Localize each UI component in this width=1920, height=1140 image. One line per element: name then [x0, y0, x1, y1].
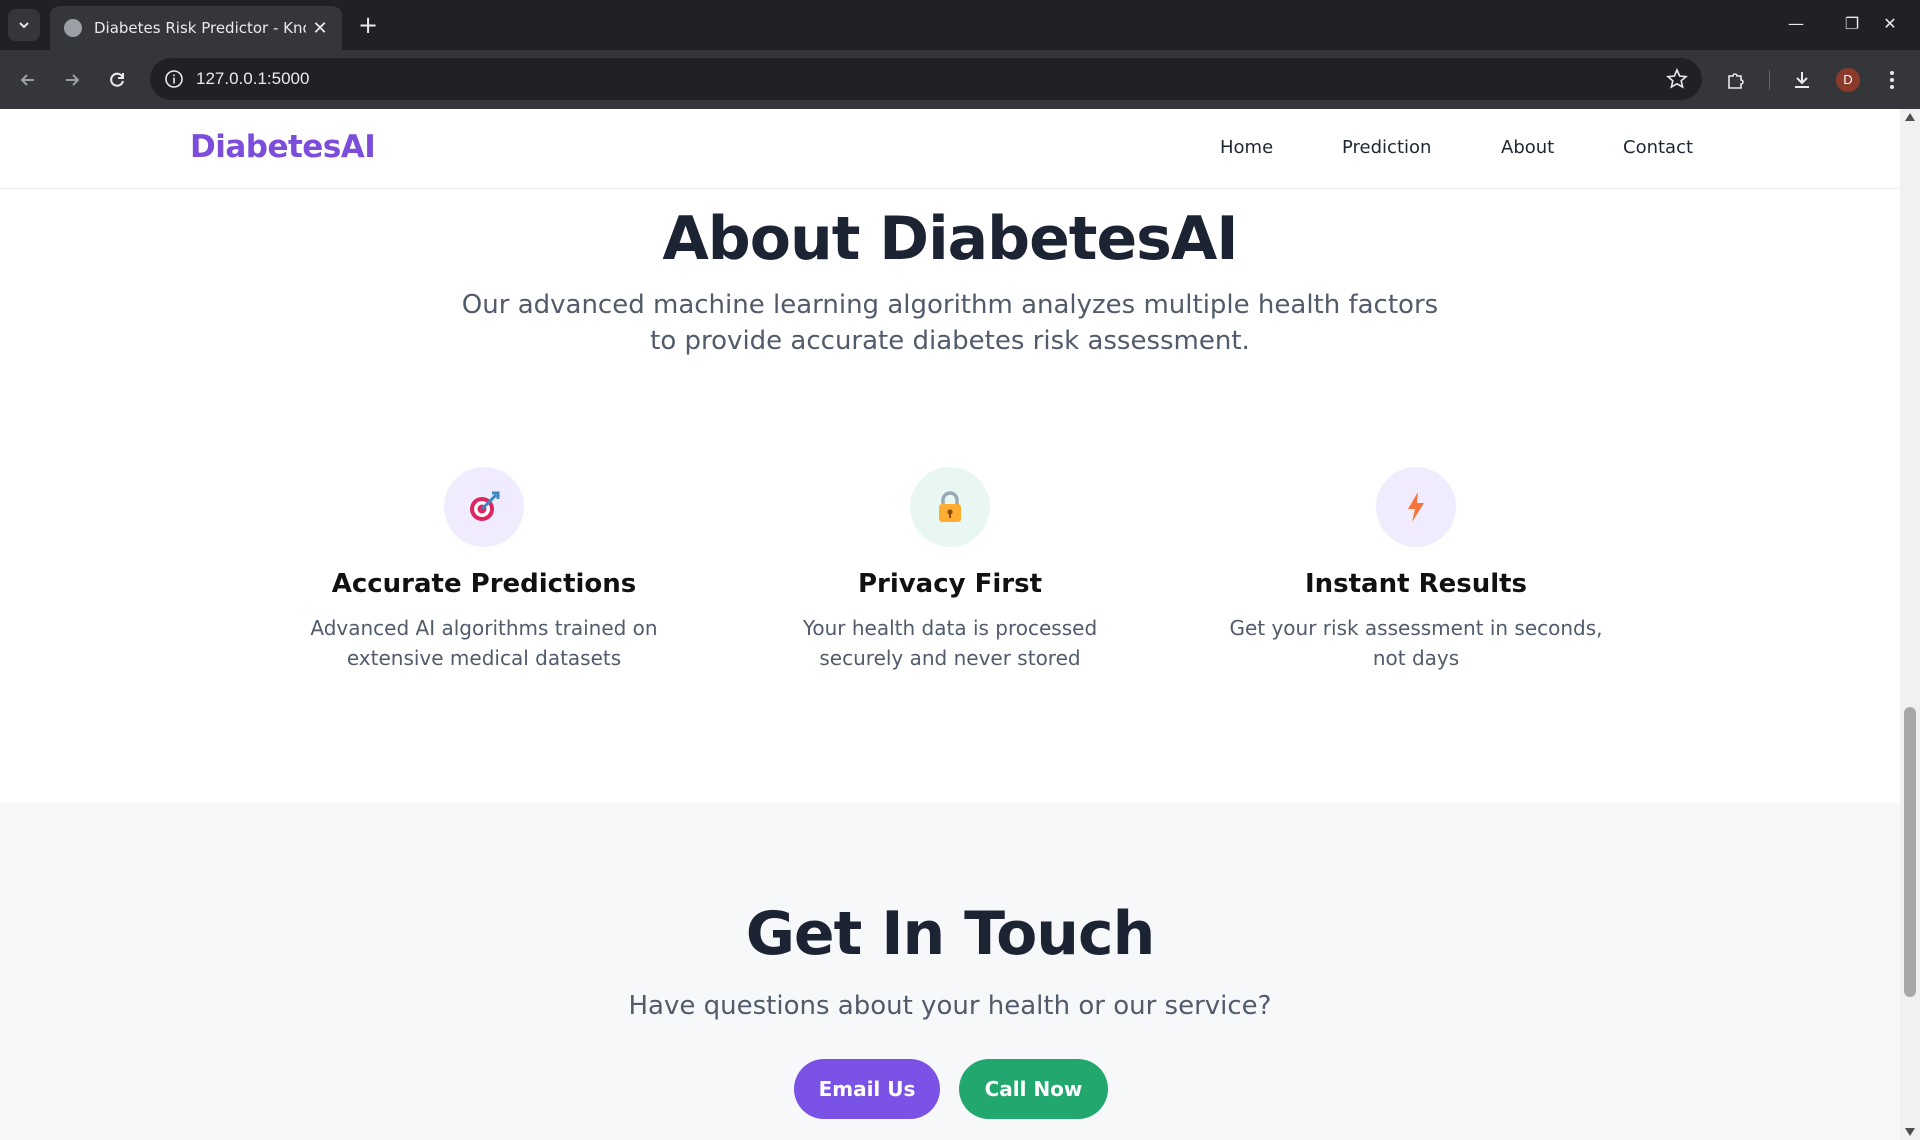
- feature-description-line1: Your health data is processed: [802, 616, 1098, 640]
- url-text[interactable]: 127.0.0.1:5000: [196, 69, 309, 89]
- restore-button[interactable]: ❐: [1834, 8, 1870, 40]
- contact-subtitle: Have questions about your health or our …: [628, 991, 1272, 1021]
- feature-card-instant: Instant Results Get your risk assessment…: [1216, 467, 1616, 673]
- tab-search-button[interactable]: [8, 9, 40, 41]
- feature-card-privacy: Privacy First Your health data is proces…: [750, 467, 1150, 673]
- forward-button[interactable]: [58, 66, 86, 94]
- about-subtitle-line2: to provide accurate diabetes risk assess…: [650, 326, 1250, 356]
- minimize-button[interactable]: —: [1778, 8, 1814, 40]
- reload-icon: [110, 72, 124, 87]
- kebab-menu-icon: [1890, 71, 1894, 89]
- nav-link-about[interactable]: About: [1501, 137, 1554, 158]
- feature-title: Privacy First: [857, 569, 1043, 599]
- toolbar-divider: [1769, 70, 1770, 90]
- tab-close-icon[interactable]: ✕: [310, 18, 330, 39]
- lightning-icon: [1376, 467, 1456, 547]
- browser-tab-bar: Diabetes Risk Predictor - Know ✕ + — ❐ ✕: [0, 0, 1920, 50]
- call-now-button[interactable]: Call Now: [959, 1059, 1108, 1119]
- extensions-button[interactable]: [1722, 66, 1750, 94]
- target-icon: [444, 467, 524, 547]
- download-icon: [1795, 72, 1809, 88]
- arrow-left-icon: [20, 74, 34, 86]
- chevron-down-icon: [19, 22, 29, 29]
- scrollbar-thumb[interactable]: [1904, 707, 1916, 997]
- feature-card-accurate: Accurate Predictions Advanced AI algorit…: [284, 467, 684, 673]
- scroll-up-arrow-icon[interactable]: [1905, 113, 1915, 121]
- contact-title: Get In Touch: [745, 899, 1156, 969]
- contact-section: Get In Touch Have questions about your h…: [0, 803, 1900, 1140]
- info-icon[interactable]: [164, 69, 184, 89]
- puzzle-icon: [1728, 73, 1744, 89]
- about-subtitle-line1: Our advanced machine learning algorithm …: [461, 290, 1439, 320]
- feature-description-line1: Get your risk assessment in seconds,: [1229, 616, 1603, 640]
- feature-description: Your health data is processed securely a…: [750, 613, 1150, 673]
- reload-button[interactable]: [103, 66, 131, 94]
- browser-toolbar: 127.0.0.1:5000 D: [0, 50, 1920, 109]
- arrow-right-icon: [66, 74, 80, 86]
- downloads-button[interactable]: [1788, 66, 1816, 94]
- feature-description-line1: Advanced AI algorithms trained on: [310, 616, 658, 640]
- bookmark-star-icon[interactable]: [1666, 68, 1688, 90]
- brand-logo[interactable]: DiabetesAI: [190, 129, 376, 165]
- feature-description: Get your risk assessment in seconds, not…: [1216, 613, 1616, 673]
- nav-link-contact[interactable]: Contact: [1623, 137, 1693, 158]
- close-window-button[interactable]: ✕: [1872, 8, 1908, 40]
- feature-description-line2: extensive medical datasets: [346, 646, 622, 670]
- feature-description-line2: not days: [1372, 646, 1460, 670]
- browser-menu-button[interactable]: [1878, 66, 1906, 94]
- scroll-down-arrow-icon[interactable]: [1905, 1128, 1915, 1136]
- email-us-button[interactable]: Email Us: [794, 1059, 940, 1119]
- browser-tab[interactable]: Diabetes Risk Predictor - Know ✕: [50, 6, 342, 50]
- back-button[interactable]: [14, 66, 42, 94]
- about-title: About DiabetesAI: [662, 204, 1238, 274]
- tab-title: Diabetes Risk Predictor - Know: [94, 19, 306, 37]
- lock-icon: [910, 467, 990, 547]
- nav-link-prediction[interactable]: Prediction: [1342, 137, 1431, 158]
- new-tab-button[interactable]: +: [353, 10, 383, 40]
- profile-avatar[interactable]: D: [1836, 68, 1860, 92]
- about-subtitle: Our advanced machine learning algorithm …: [450, 287, 1450, 359]
- nav-link-home[interactable]: Home: [1220, 137, 1273, 158]
- globe-icon: [64, 19, 82, 37]
- feature-title: Instant Results: [1304, 569, 1528, 599]
- site-navbar: DiabetesAI Home Prediction About Contact: [0, 109, 1900, 189]
- feature-description-line2: securely and never stored: [819, 646, 1081, 670]
- address-bar[interactable]: 127.0.0.1:5000: [150, 58, 1702, 100]
- feature-title: Accurate Predictions: [331, 569, 637, 599]
- page-viewport: DiabetesAI Home Prediction About Contact…: [0, 109, 1900, 1140]
- page-scrollbar[interactable]: [1900, 109, 1920, 1140]
- feature-description: Advanced AI algorithms trained on extens…: [284, 613, 684, 673]
